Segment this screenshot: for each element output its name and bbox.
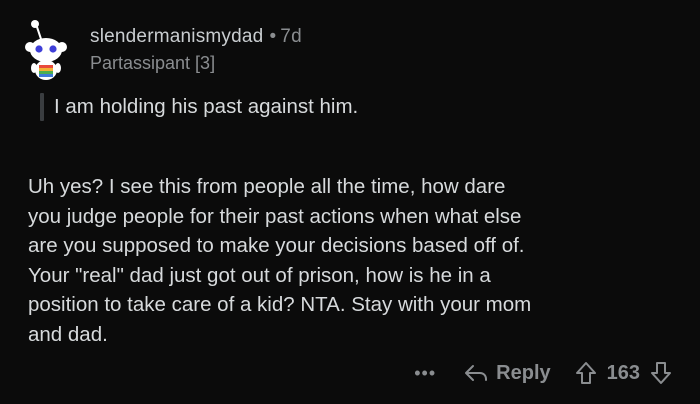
comment-body-line: position to take care of a kid? NTA. Sta… <box>28 293 532 316</box>
more-options-button[interactable]: ••• <box>414 363 436 384</box>
quote-bar <box>40 93 44 121</box>
vote-controls: 163 <box>575 361 672 385</box>
quote-text: I am holding his past against him. <box>54 95 359 118</box>
comment-timestamp: 7d <box>280 26 302 47</box>
snoo-avatar-icon <box>25 20 67 80</box>
comment-body-line: are you supposed to make your decisions … <box>28 234 525 257</box>
comment-body-line: and dad. <box>28 322 108 346</box>
comment-body-line: Uh yes? I see this from people all the t… <box>28 175 506 198</box>
reply-button[interactable]: Reply <box>464 361 551 385</box>
avatar[interactable] <box>22 20 78 82</box>
upvote-button[interactable] <box>575 361 597 385</box>
comment-body-line: Your "real" dad just got out of prison, … <box>28 263 491 287</box>
upvote-arrow-icon <box>575 362 596 384</box>
comment-header: slendermanismydad • 7d <box>90 26 302 48</box>
reply-label: Reply <box>496 361 551 384</box>
downvote-button[interactable] <box>650 361 672 385</box>
comment-body-line: you judge people for their past actions … <box>28 204 522 228</box>
comment-actions: ••• Reply 163 <box>414 358 672 388</box>
vote-count: 163 <box>606 361 640 384</box>
reply-arrow-icon <box>465 365 488 381</box>
user-flair: Partassipant [3] <box>90 53 216 73</box>
comment-body: Uh yes? I see this from people all the t… <box>28 172 688 349</box>
comment: slendermanismydad • 7d Partassipant [3] I … <box>0 0 700 404</box>
blockquote: I am holding his past against him. <box>40 92 358 122</box>
author-username[interactable]: slendermanismydad <box>90 26 263 47</box>
header-separator: • <box>269 26 277 47</box>
downvote-arrow-icon <box>651 362 671 384</box>
